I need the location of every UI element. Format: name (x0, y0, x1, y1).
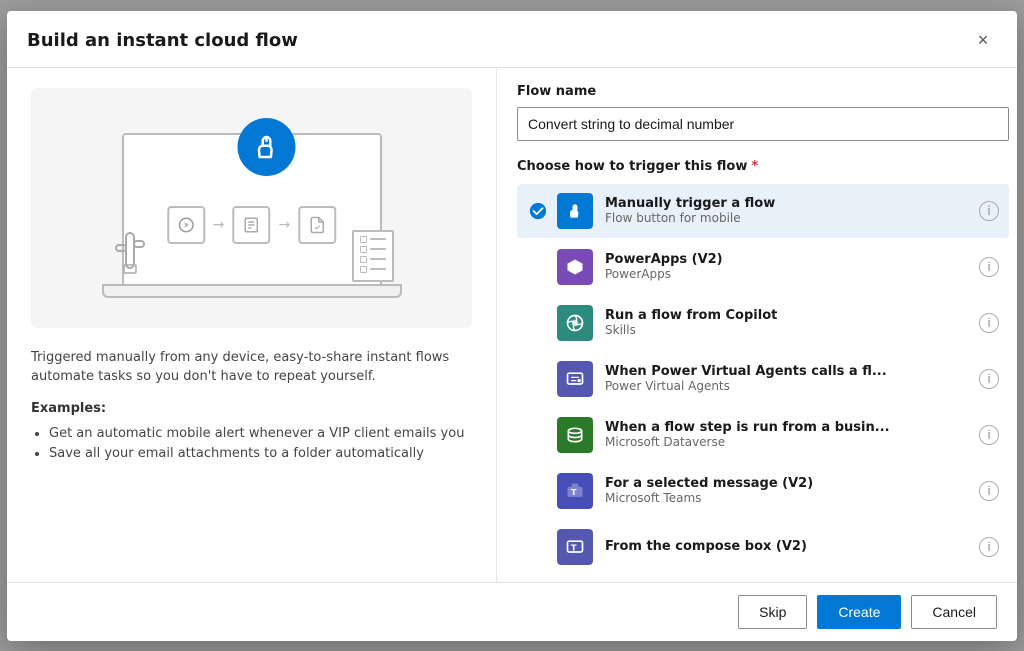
desk-cactus (110, 223, 150, 282)
trigger-sub-pva: Power Virtual Agents (605, 379, 979, 393)
trigger-sub-teams: Microsoft Teams (605, 491, 979, 505)
example-item-1: Get an automatic mobile alert whenever a… (49, 424, 472, 445)
desk-checklist (352, 230, 394, 282)
trigger-text-compose: From the compose box (V2) (605, 539, 979, 554)
trigger-name-manually: Manually trigger a flow (605, 196, 979, 211)
check-empty-teams (527, 480, 549, 502)
trigger-name-copilot: Run a flow from Copilot (605, 308, 979, 323)
trigger-name-dataverse: When a flow step is run from a busin... (605, 420, 979, 435)
flow-arrow-2: → (279, 217, 291, 233)
examples-label: Examples: (31, 401, 472, 416)
examples-list: Get an automatic mobile alert whenever a… (31, 424, 472, 466)
trigger-label-text: Choose how to trigger this flow (517, 159, 747, 174)
info-icon-dataverse[interactable]: i (979, 425, 999, 445)
flow-icon-2 (233, 206, 271, 244)
trigger-text-copilot: Run a flow from Copilot Skills (605, 308, 979, 337)
svg-text:T: T (571, 487, 577, 497)
trigger-name-pva: When Power Virtual Agents calls a fl... (605, 364, 979, 379)
trigger-name-powerapps: PowerApps (V2) (605, 252, 979, 267)
modal-overlay: Build an instant cloud flow × (0, 0, 1024, 651)
trigger-item-copilot[interactable]: Run a flow from Copilot Skills i (517, 296, 1009, 350)
trigger-item-compose[interactable]: T From the compose box (V2) i (517, 520, 1009, 574)
flow-name-label: Flow name (517, 84, 1009, 99)
check-empty-copilot (527, 312, 549, 334)
trigger-item-manually[interactable]: Manually trigger a flow Flow button for … (517, 184, 1009, 238)
flow-arrow-1: → (213, 217, 225, 233)
selected-check (527, 200, 549, 222)
info-icon-powerapps[interactable]: i (979, 257, 999, 277)
trigger-name-compose: From the compose box (V2) (605, 539, 979, 554)
trigger-item-pva[interactable]: When Power Virtual Agents calls a fl... … (517, 352, 1009, 406)
trigger-icon-manually (557, 193, 593, 229)
skip-button[interactable]: Skip (738, 595, 807, 629)
modal: Build an instant cloud flow × (7, 11, 1017, 641)
touch-icon (237, 118, 295, 176)
modal-header: Build an instant cloud flow × (7, 11, 1017, 68)
trigger-sub-copilot: Skills (605, 323, 979, 337)
flow-icon-3 (298, 206, 336, 244)
create-button[interactable]: Create (817, 595, 901, 629)
info-icon-teams[interactable]: i (979, 481, 999, 501)
check-empty-pva (527, 368, 549, 390)
trigger-icon-copilot (557, 305, 593, 341)
info-icon-pva[interactable]: i (979, 369, 999, 389)
check-empty-compose (527, 536, 549, 558)
svg-text:T: T (571, 542, 577, 552)
trigger-sub-dataverse: Microsoft Dataverse (605, 435, 979, 449)
trigger-name-teams: For a selected message (V2) (605, 476, 979, 491)
trigger-item-dataverse[interactable]: When a flow step is run from a busin... … (517, 408, 1009, 462)
trigger-icon-teams: T (557, 473, 593, 509)
modal-body: → → (7, 68, 1017, 582)
trigger-icon-powerapps (557, 249, 593, 285)
trigger-icon-pva (557, 361, 593, 397)
check-empty-dataverse (527, 424, 549, 446)
check-empty-powerapps (527, 256, 549, 278)
trigger-item-teams[interactable]: T For a selected message (V2) Microsoft … (517, 464, 1009, 518)
left-panel: → → (7, 68, 497, 582)
trigger-list: Manually trigger a flow Flow button for … (517, 184, 1009, 574)
trigger-sub-powerapps: PowerApps (605, 267, 979, 281)
trigger-icon-dataverse (557, 417, 593, 453)
trigger-text-manually: Manually trigger a flow Flow button for … (605, 196, 979, 225)
trigger-icon-compose: T (557, 529, 593, 565)
cancel-button[interactable]: Cancel (911, 595, 997, 629)
right-panel: Flow name Choose how to trigger this flo… (497, 68, 1017, 582)
modal-footer: Skip Create Cancel (7, 582, 1017, 641)
flow-name-input[interactable] (517, 107, 1009, 141)
trigger-text-powerapps: PowerApps (V2) PowerApps (605, 252, 979, 281)
modal-title: Build an instant cloud flow (27, 30, 298, 51)
right-content: Flow name Choose how to trigger this flo… (497, 68, 1017, 582)
info-icon-copilot[interactable]: i (979, 313, 999, 333)
flow-diagram: → → (167, 206, 336, 244)
example-item-2: Save all your email attachments to a fol… (49, 444, 472, 465)
trigger-sub-manually: Flow button for mobile (605, 211, 979, 225)
laptop-base (102, 284, 402, 298)
trigger-text-teams: For a selected message (V2) Microsoft Te… (605, 476, 979, 505)
info-icon-manually[interactable]: i (979, 201, 999, 221)
trigger-text-dataverse: When a flow step is run from a busin... … (605, 420, 979, 449)
description-text: Triggered manually from any device, easy… (31, 348, 472, 387)
trigger-item-powerapps[interactable]: PowerApps (V2) PowerApps i (517, 240, 1009, 294)
trigger-text-pva: When Power Virtual Agents calls a fl... … (605, 364, 979, 393)
illustration: → → (31, 88, 472, 328)
trigger-section-label: Choose how to trigger this flow * (517, 159, 1009, 174)
info-icon-compose[interactable]: i (979, 537, 999, 557)
required-indicator: * (751, 159, 758, 174)
flow-icon-1 (167, 206, 205, 244)
close-button[interactable]: × (969, 27, 997, 55)
illust-inner: → → (82, 108, 422, 308)
